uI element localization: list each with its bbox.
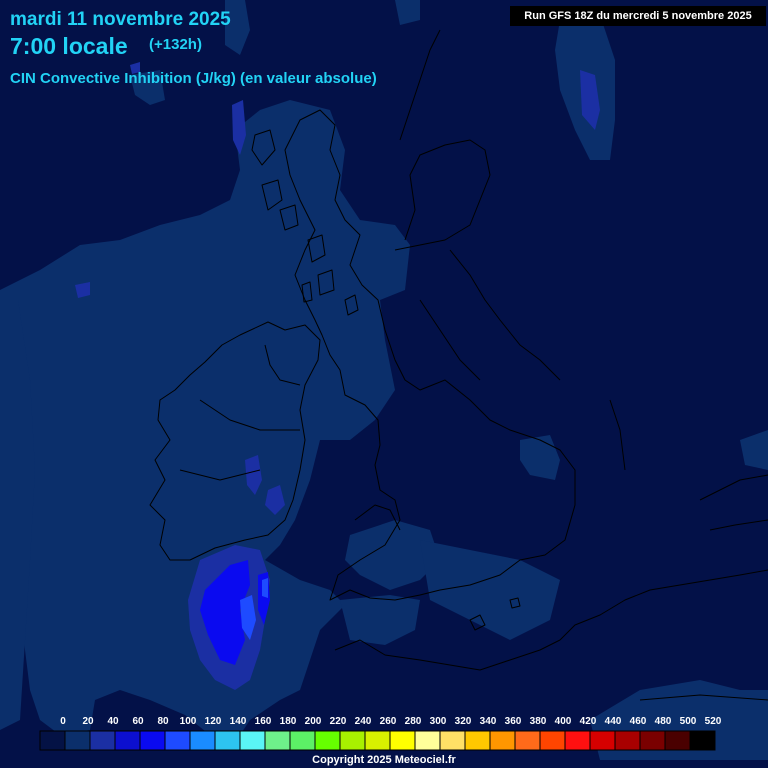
legend-swatch: [239, 730, 266, 751]
legend-label: 300: [430, 716, 447, 727]
legend-swatch: [189, 730, 216, 751]
legend-swatch: [489, 730, 516, 751]
legend-swatch: [414, 730, 441, 751]
forecast-lead-time: (+132h): [149, 36, 202, 53]
legend-swatch: [539, 730, 566, 751]
legend-swatch: [339, 730, 366, 751]
legend-label: 400: [555, 716, 572, 727]
legend-label: 480: [655, 716, 672, 727]
legend-swatch: [464, 730, 491, 751]
legend-swatch: [89, 730, 116, 751]
legend-swatch: [139, 730, 166, 751]
legend-swatch: [289, 730, 316, 751]
legend-swatch: [389, 730, 416, 751]
legend-label: 280: [405, 716, 422, 727]
legend-label: 460: [630, 716, 647, 727]
legend-label: 120: [205, 716, 222, 727]
legend-swatch: [314, 730, 341, 751]
cin-map: [0, 0, 768, 768]
legend-swatch: [64, 730, 91, 751]
legend-label: 240: [355, 716, 372, 727]
copyright-text: Copyright 2025 Meteociel.fr: [312, 754, 456, 766]
legend-swatch: [664, 730, 691, 751]
legend-swatch: [164, 730, 191, 751]
legend-label: 180: [280, 716, 297, 727]
legend-label: 0: [60, 716, 66, 727]
legend-label: 20: [82, 716, 94, 727]
legend-label: 500: [680, 716, 697, 727]
legend-swatch: [364, 730, 391, 751]
legend-label: 140: [230, 716, 247, 727]
legend-label: 160: [255, 716, 272, 727]
legend-swatch: [614, 730, 641, 751]
legend-swatch: [264, 730, 291, 751]
legend-label: 440: [605, 716, 622, 727]
legend-label: 320: [455, 716, 472, 727]
legend-label: 220: [330, 716, 347, 727]
legend-label: 340: [480, 716, 497, 727]
legend-label: 40: [107, 716, 119, 727]
legend-label: 200: [305, 716, 322, 727]
parameter-title: CIN Convective Inhibition (J/kg) (en val…: [10, 70, 377, 87]
legend-swatch: [689, 730, 716, 751]
legend-swatch: [214, 730, 241, 751]
legend-swatch: [564, 730, 591, 751]
legend-swatch: [114, 730, 141, 751]
legend-swatch: [514, 730, 541, 751]
model-run-label: Run GFS 18Z du mercredi 5 novembre 2025: [510, 6, 766, 26]
forecast-time: 7:00 locale: [10, 33, 128, 59]
forecast-date: mardi 11 novembre 2025: [10, 9, 231, 30]
legend-label: 420: [580, 716, 597, 727]
legend-label: 80: [157, 716, 169, 727]
legend-label: 60: [132, 716, 144, 727]
legend-label: 360: [505, 716, 522, 727]
legend-label: 260: [380, 716, 397, 727]
legend-label: 100: [180, 716, 197, 727]
legend-label: 520: [705, 716, 722, 727]
legend-swatch: [639, 730, 666, 751]
legend-swatch: [39, 730, 66, 751]
legend-label: 380: [530, 716, 547, 727]
legend-swatch: [439, 730, 466, 751]
legend-swatch: [589, 730, 616, 751]
